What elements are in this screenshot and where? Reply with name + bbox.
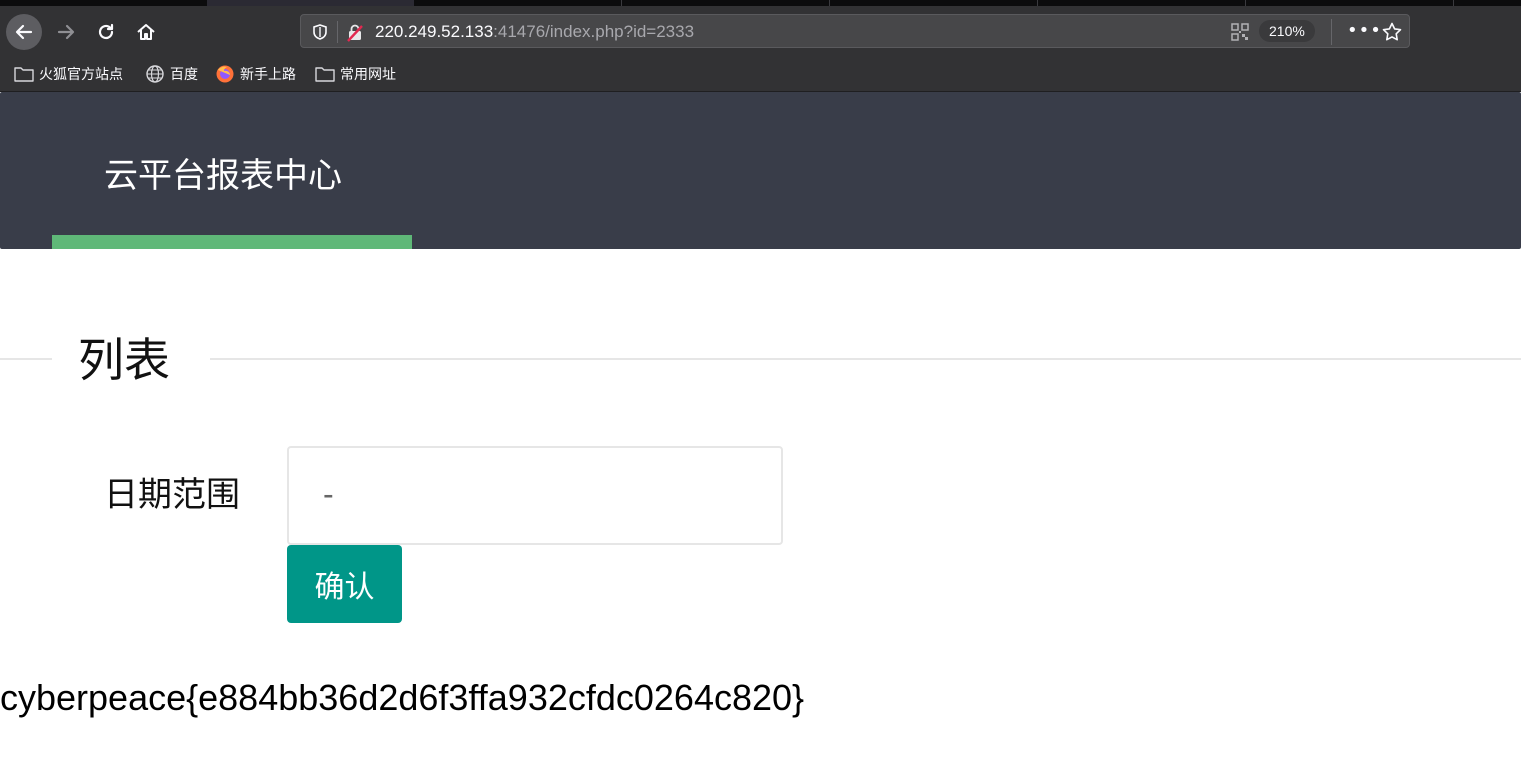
divider bbox=[1331, 19, 1332, 45]
zoom-level-badge[interactable]: 210% bbox=[1259, 20, 1315, 42]
divider bbox=[337, 21, 338, 43]
home-button[interactable] bbox=[128, 14, 164, 50]
shield-icon[interactable] bbox=[311, 23, 329, 41]
bookmark-folder-firefox-official[interactable]: 火狐官方站点 bbox=[14, 63, 123, 85]
url-path: :41476/index.php?id=2333 bbox=[493, 22, 695, 41]
folder-icon bbox=[14, 67, 34, 82]
bookmark-label: 常用网址 bbox=[340, 67, 396, 83]
confirm-button[interactable]: 确认 bbox=[287, 545, 402, 623]
date-range-label: 日期范围 bbox=[104, 475, 240, 515]
bookmark-baidu[interactable]: 百度 bbox=[145, 63, 198, 85]
nav-active-indicator bbox=[52, 235, 412, 249]
address-bar[interactable]: 220.249.52.133:41476/index.php?id=2333 2… bbox=[300, 14, 1410, 48]
browser-toolbar: 220.249.52.133:41476/index.php?id=2333 2… bbox=[0, 6, 1521, 56]
insecure-lock-icon[interactable] bbox=[345, 23, 365, 43]
reload-button[interactable] bbox=[88, 14, 124, 50]
fieldset-divider bbox=[210, 358, 1521, 360]
section-legend: 列表 bbox=[78, 333, 170, 387]
bookmark-label: 新手上路 bbox=[240, 67, 296, 83]
forward-button[interactable] bbox=[48, 14, 84, 50]
bookmark-getting-started[interactable]: 新手上路 bbox=[215, 63, 296, 85]
folder-icon bbox=[315, 67, 335, 82]
url-host: 220.249.52.133 bbox=[375, 22, 494, 41]
flag-output-text: cyberpeace{e884bb36d2d6f3ffa932cfdc0264c… bbox=[0, 677, 805, 718]
firefox-icon bbox=[216, 65, 234, 83]
globe-icon bbox=[146, 65, 164, 83]
page-actions-menu-icon[interactable]: ••• bbox=[1347, 21, 1382, 41]
arrow-left-icon bbox=[15, 24, 33, 40]
reload-icon bbox=[98, 23, 114, 40]
home-icon bbox=[137, 24, 155, 40]
site-title[interactable]: 云平台报表中心 bbox=[104, 148, 342, 197]
date-range-value: - bbox=[323, 476, 334, 512]
bookmark-label: 百度 bbox=[170, 67, 198, 83]
url-text[interactable]: 220.249.52.133:41476/index.php?id=2333 bbox=[375, 22, 694, 42]
bookmark-star-icon[interactable] bbox=[1381, 21, 1403, 43]
arrow-right-icon bbox=[57, 24, 75, 40]
date-range-input[interactable]: - bbox=[287, 446, 783, 545]
fieldset-divider bbox=[0, 358, 52, 360]
back-button[interactable] bbox=[6, 14, 42, 50]
qr-code-icon[interactable] bbox=[1231, 23, 1249, 41]
bookmark-folder-common-sites[interactable]: 常用网址 bbox=[315, 63, 396, 85]
bookmark-label: 火狐官方站点 bbox=[39, 67, 123, 83]
site-header: 云平台报表中心 bbox=[0, 92, 1521, 249]
bookmarks-bar: 火狐官方站点 百度 新手上路 常用网址 bbox=[0, 56, 1521, 92]
